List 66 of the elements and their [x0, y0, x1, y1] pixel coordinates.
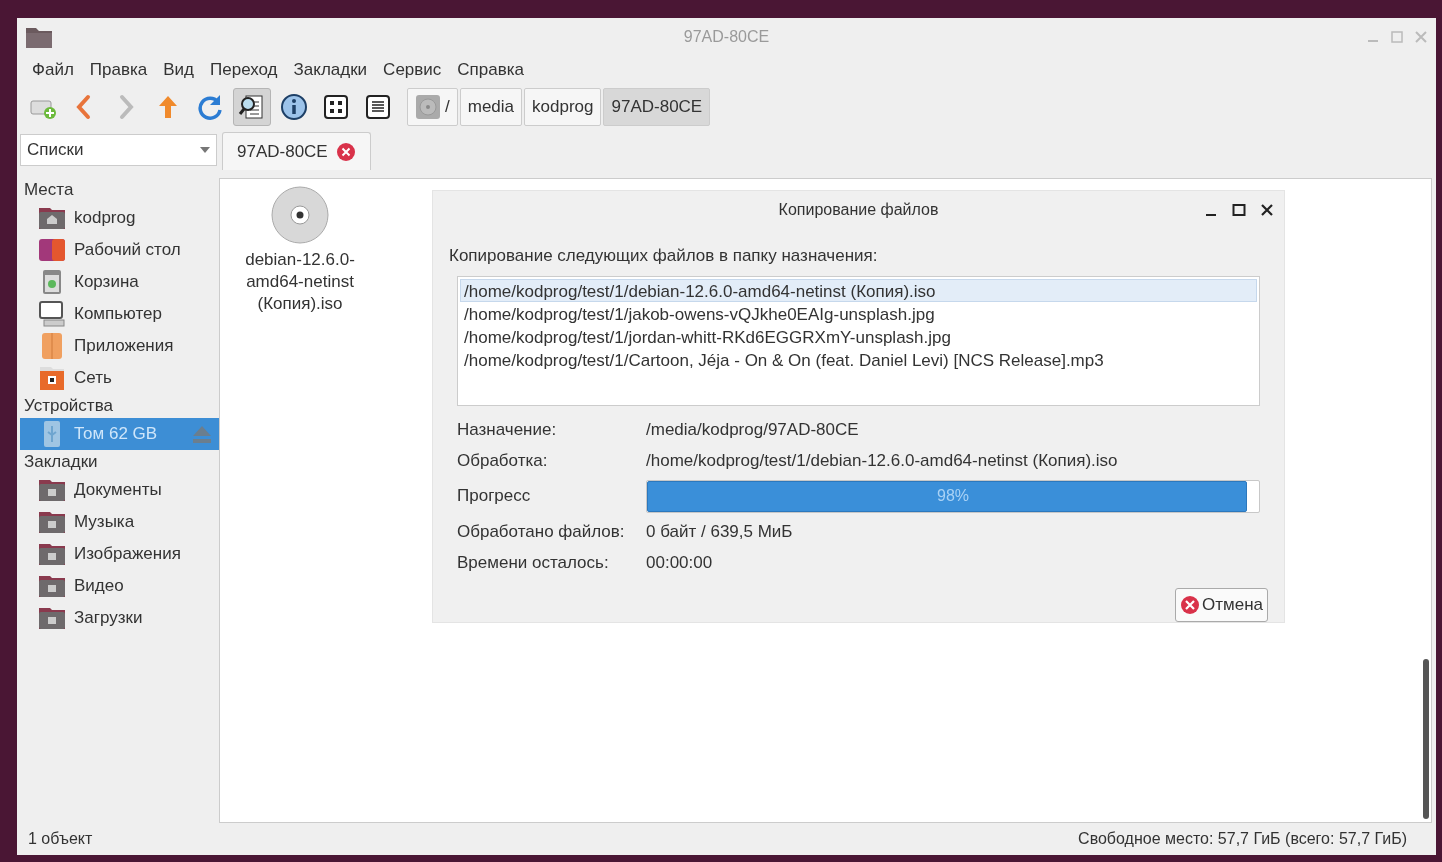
- window-title: 97AD-80CE: [683, 27, 770, 47]
- caret-icon: [200, 147, 210, 153]
- free-space-text: Свободное место: 57,7 ГиБ (всего: 57,7 ГиБ): [1078, 829, 1407, 849]
- sidebar-heading: Закладки: [23, 451, 99, 473]
- folder-icon: [25, 25, 53, 49]
- sidebar-heading: Устройства: [23, 395, 114, 417]
- field-value: 00:00:00: [646, 551, 713, 574]
- menu-item[interactable]: Переход: [203, 56, 285, 84]
- scrollbar-thumb[interactable]: [1423, 659, 1429, 819]
- sidebar-item[interactable]: kodprog: [20, 202, 219, 234]
- dialog-message: Копирование следующих файлов в папку назначения:: [448, 244, 879, 267]
- cancel-button[interactable]: Отмена: [1175, 588, 1268, 622]
- path-segment[interactable]: /: [407, 88, 458, 126]
- cancel-icon: [1180, 595, 1200, 615]
- sidebar-item[interactable]: Компьютер: [20, 298, 219, 330]
- field-label: Обработка:: [457, 449, 549, 472]
- path-segment[interactable]: 97AD-80CE: [603, 88, 711, 126]
- list-view-icon: [364, 93, 392, 121]
- file-path[interactable]: /home/kodprog/test/1/debian-12.6.0-amd64-netinst (Копия).iso: [460, 279, 1257, 303]
- desktop-icon: [38, 236, 66, 264]
- close-icon[interactable]: [1260, 202, 1274, 217]
- menu-item[interactable]: Закладки: [286, 56, 375, 84]
- close-tab-icon[interactable]: [335, 141, 356, 162]
- sidebar-item[interactable]: Музыка: [20, 506, 219, 538]
- sidebar-item[interactable]: Видео: [20, 570, 219, 602]
- field-label: Обработано файлов:: [457, 520, 626, 543]
- menu-item[interactable]: Файл: [25, 56, 81, 84]
- field-value: 0 байт / 639,5 МиБ: [646, 520, 793, 543]
- reload-icon: [196, 93, 224, 121]
- document-search-icon: [238, 93, 266, 121]
- disc-icon: [270, 185, 330, 245]
- side-pane-dropdown[interactable]: Списки: [20, 134, 217, 166]
- sidebar-item[interactable]: Рабочий стол: [20, 234, 219, 266]
- status-text: 1 объект: [28, 829, 93, 849]
- sidebar-item[interactable]: Загрузки: [20, 602, 219, 634]
- computer-icon: [38, 300, 66, 328]
- file-path[interactable]: /home/kodprog/test/1/jakob-owens-vQJkhe0EAIg-unsplash.jpg: [460, 302, 1257, 326]
- field-label: Времени осталось:: [457, 551, 610, 574]
- sidebar-item[interactable]: Сеть: [20, 362, 219, 394]
- tab[interactable]: 97AD-80CE: [222, 132, 371, 170]
- menu-item[interactable]: Правка: [82, 56, 155, 84]
- icon-view-icon: [322, 93, 350, 121]
- sidebar-item[interactable]: Корзина: [20, 266, 219, 298]
- field-value: /media/kodprog/97AD-80CE: [646, 418, 859, 441]
- menu-item[interactable]: Справка: [450, 56, 532, 84]
- field-label: Назначение:: [457, 418, 558, 441]
- field-value: /home/kodprog/test/1/debian-12.6.0-amd64-netinst (Копия).iso: [646, 449, 1118, 472]
- sidebar-item[interactable]: Изображения: [20, 538, 219, 570]
- menu-item[interactable]: Вид: [156, 56, 201, 84]
- dialog-title: Копирование файлов: [778, 199, 939, 220]
- maximize-icon[interactable]: [1232, 202, 1246, 217]
- path-segment[interactable]: media: [459, 88, 523, 126]
- file-path[interactable]: /home/kodprog/test/1/Cartoon, Jéja - On & On (feat. Daniel Levi) [NCS Release].mp3: [460, 348, 1257, 372]
- progress-reading: 98%: [936, 486, 970, 506]
- file-path[interactable]: /home/kodprog/test/1/jordan-whitt-RKd6EGGRXmY-unsplash.jpg: [460, 325, 1257, 349]
- sidebar-item[interactable]: Приложения: [20, 330, 219, 362]
- document-search-button[interactable]: [233, 88, 271, 126]
- drive-icon: [415, 94, 441, 120]
- network-icon: [38, 364, 66, 392]
- path-segment[interactable]: kodprog: [524, 88, 602, 126]
- sidebar-heading: Места: [23, 179, 75, 201]
- sidebar-item[interactable]: Документы: [20, 474, 219, 506]
- info-icon: [280, 93, 308, 121]
- file-name[interactable]: debian-12.6.0-amd64-netinst (Копия).iso: [236, 249, 364, 315]
- field-label: Прогресс: [457, 485, 532, 508]
- menu-item[interactable]: Сервис: [376, 56, 449, 84]
